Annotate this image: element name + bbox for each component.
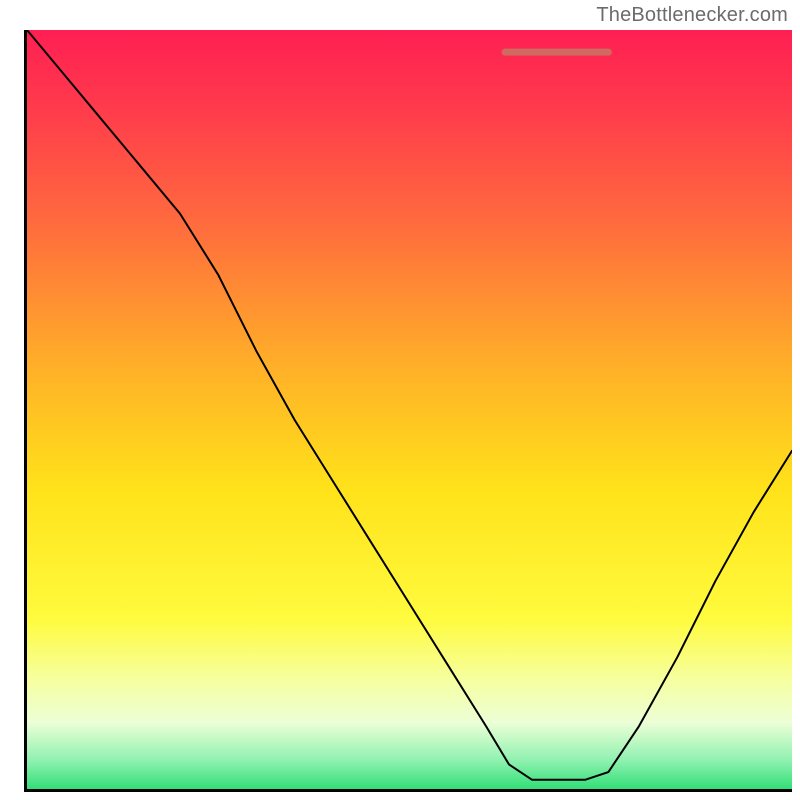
- chart-frame: TheBottlenecker.com: [0, 0, 800, 800]
- bottleneck-curve: [27, 30, 792, 792]
- watermark-text: TheBottlenecker.com: [596, 4, 788, 27]
- plot-area: [24, 30, 792, 792]
